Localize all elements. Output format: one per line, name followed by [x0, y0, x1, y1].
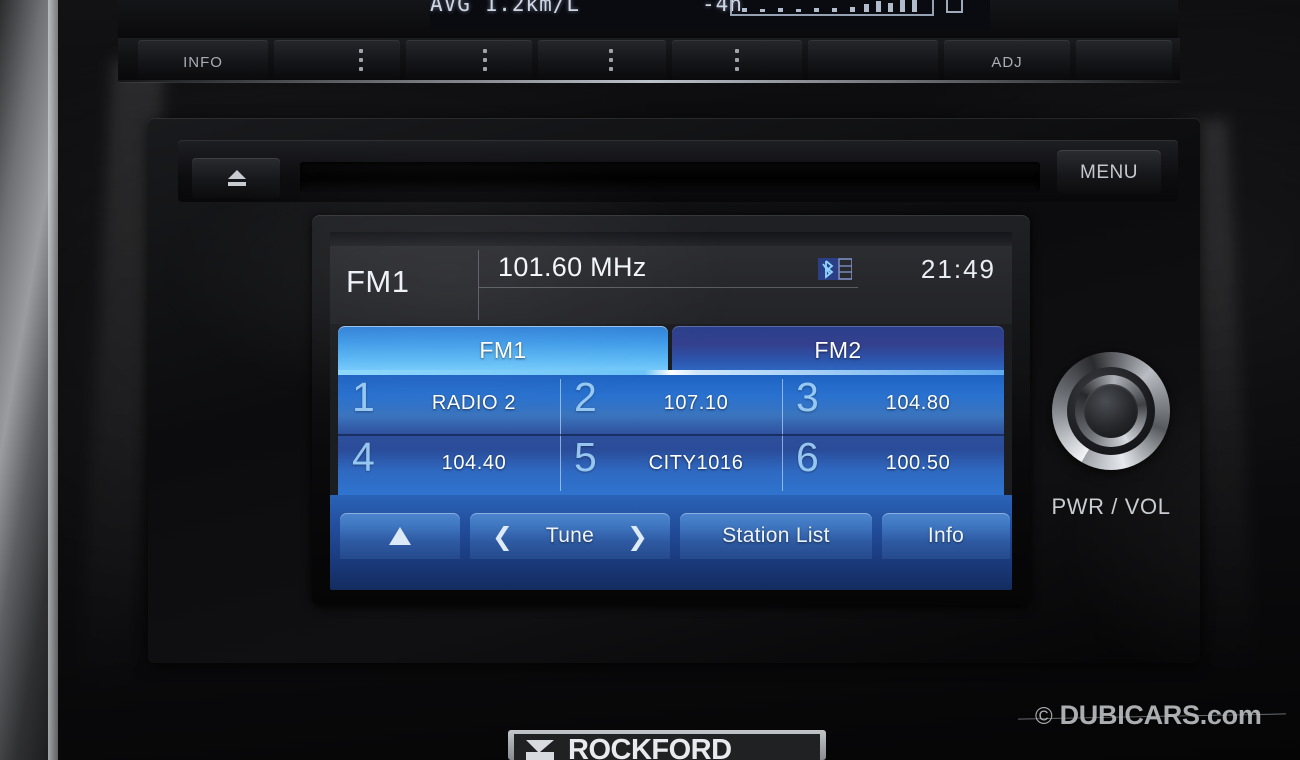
adj-button[interactable]: ADJ — [944, 40, 1070, 80]
cd-disc-slot[interactable] — [300, 162, 1040, 192]
preset-number: 5 — [574, 434, 597, 480]
tab-fm1-label: FM1 — [479, 337, 527, 363]
button-separator-dots — [482, 44, 488, 76]
console-button-2[interactable] — [274, 40, 400, 80]
preset-number: 3 — [796, 374, 819, 420]
button-separator-dots — [358, 44, 364, 76]
band-tabs: FM1 FM2 — [338, 326, 1004, 372]
console-button-6[interactable] — [808, 40, 938, 80]
current-band-label: FM1 — [346, 264, 410, 299]
preset-button-3[interactable]: 3 104.80 — [782, 375, 1004, 435]
watermark-name: DUBICARS — [1059, 700, 1200, 730]
preset-name: 104.40 — [441, 452, 507, 474]
up-arrow-icon — [389, 527, 411, 545]
preset-number: 1 — [352, 374, 375, 420]
watermark-tld: .com — [1199, 700, 1262, 730]
grid-divider — [338, 434, 1004, 436]
header-horizontal-divider — [478, 287, 858, 288]
info-button-label: INFO — [183, 54, 223, 71]
station-list-button[interactable]: Station List — [680, 513, 872, 559]
mid-line-main: AVG 1.2km/L — [430, 0, 581, 16]
menu-button[interactable]: MENU — [1057, 150, 1161, 194]
scroll-up-button[interactable] — [340, 513, 460, 559]
preset-name: 107.10 — [663, 392, 729, 414]
station-list-label: Station List — [722, 524, 830, 547]
infotainment-lcd-screen[interactable]: FM1 101.60 MHz 21:49 FM1 FM2 1 RADIO 2 2… — [330, 232, 1012, 590]
preset-button-5[interactable]: 5 CITY1016 — [560, 435, 782, 495]
tab-fm1[interactable]: FM1 — [338, 326, 668, 372]
fuel-economy-bar-graph — [730, 0, 934, 16]
chrome-divider — [118, 80, 1180, 83]
lcd-header: FM1 101.60 MHz 21:49 — [330, 246, 1012, 324]
clock: 21:49 — [920, 254, 996, 284]
mid-indicator-square — [946, 0, 963, 13]
console-button-4[interactable] — [538, 40, 666, 80]
preset-button-1[interactable]: 1 RADIO 2 — [338, 375, 560, 435]
preset-name: RADIO 2 — [431, 392, 517, 414]
knob-label: PWR / VOL — [1051, 494, 1171, 519]
rockford-logo-icon — [526, 740, 554, 760]
steering-console-button-row: INFO ADJ — [118, 38, 1180, 82]
watermark: © DUBICARS.com — [1035, 700, 1262, 731]
tab-fm2-label: FM2 — [814, 337, 862, 363]
eject-icon — [228, 170, 246, 186]
preset-name: 100.50 — [885, 452, 951, 474]
soft-button-bar: ❮ Tune ❯ Station List Info — [330, 495, 1012, 590]
car-head-unit-photo: FUEL ECONOMY AVG 1.2km/L -4h INFO — [0, 0, 1300, 760]
header-vertical-divider — [478, 250, 479, 320]
button-separator-dots — [608, 44, 614, 76]
preset-number: 2 — [574, 374, 597, 420]
mid-dot-matrix-display: FUEL ECONOMY AVG 1.2km/L -4h — [430, 0, 990, 30]
preset-name: 104.80 — [885, 392, 951, 414]
console-button-7[interactable] — [1076, 40, 1172, 80]
preset-grid: 1 RADIO 2 2 107.10 3 104.80 4 104.40 5 C… — [338, 375, 1004, 495]
current-frequency: 101.60 MHz — [498, 252, 647, 282]
info-button[interactable]: INFO — [138, 40, 268, 80]
preset-number: 4 — [352, 434, 375, 480]
info-soft-button[interactable]: Info — [882, 513, 1010, 559]
bluetooth-icon — [818, 258, 853, 280]
preset-button-4[interactable]: 4 104.40 — [338, 435, 560, 495]
preset-name: CITY1016 — [648, 452, 744, 474]
tab-fm2[interactable]: FM2 — [672, 326, 1004, 372]
rockford-brand-text: ROCKFORD — [568, 734, 732, 760]
menu-button-label: MENU — [1080, 162, 1138, 183]
button-separator-dots — [734, 44, 740, 76]
adj-button-label: ADJ — [991, 54, 1023, 71]
console-button-3[interactable] — [406, 40, 532, 80]
watermark-copyright: © — [1035, 703, 1053, 730]
preset-button-6[interactable]: 6 100.50 — [782, 435, 1004, 495]
eject-button[interactable] — [192, 158, 280, 198]
tune-next-icon[interactable]: ❯ — [627, 522, 648, 552]
rockford-badge-inner: ROCKFORD ACOUSTIC DESIGN — [514, 734, 820, 760]
tune-button[interactable]: ❮ Tune ❯ — [470, 513, 670, 559]
power-button[interactable] — [1084, 384, 1138, 438]
preset-number: 6 — [796, 434, 819, 480]
preset-button-2[interactable]: 2 107.10 — [560, 375, 782, 435]
info-soft-label: Info — [927, 524, 965, 547]
